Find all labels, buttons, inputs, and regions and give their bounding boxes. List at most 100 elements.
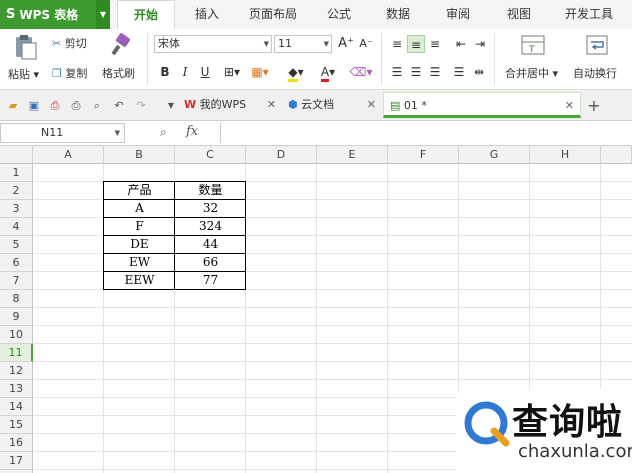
row-header[interactable]: 4 <box>0 218 33 236</box>
tab-formulas[interactable]: 公式 <box>314 0 364 29</box>
tab-home[interactable]: 开始 <box>117 0 175 29</box>
tab-my-wps[interactable]: W 我的WPS ✕ <box>184 92 282 118</box>
column-header[interactable]: B <box>104 146 175 164</box>
close-icon[interactable]: ✕ <box>565 93 574 119</box>
tab-insert[interactable]: 插入 <box>182 0 232 29</box>
row-header[interactable]: 15 <box>0 416 33 434</box>
table-header-cell[interactable]: 产品 <box>104 182 175 200</box>
table-cell[interactable]: 32 <box>175 200 246 218</box>
row-header[interactable]: 17 <box>0 452 33 470</box>
merge-center-button[interactable]: 合并居中 ▾ <box>505 65 558 81</box>
clear-format-icon[interactable]: ⌫▾ <box>348 63 374 81</box>
merge-center-icon[interactable]: T <box>520 33 546 57</box>
row-header[interactable]: 1 <box>0 164 33 182</box>
align-top-icon[interactable]: ≡ <box>388 35 406 53</box>
new-tab-plus-icon[interactable]: + <box>587 98 601 114</box>
column-header[interactable]: C <box>175 146 246 164</box>
tab-developer[interactable]: 开发工具 <box>556 0 622 29</box>
row-header[interactable]: 11 <box>0 344 33 362</box>
align-left-icon[interactable]: ☰ <box>388 63 406 81</box>
table-cell[interactable]: EW <box>104 254 175 272</box>
row-header[interactable]: 3 <box>0 200 33 218</box>
save-icon[interactable]: ▣ <box>27 99 41 113</box>
paste-icon[interactable] <box>10 33 40 61</box>
align-center-icon[interactable]: ☰ <box>407 63 425 81</box>
row-header[interactable]: 5 <box>0 236 33 254</box>
distributed-icon[interactable]: ⇹ <box>470 63 488 81</box>
align-bottom-icon[interactable]: ≡ <box>426 35 444 53</box>
tab-page-layout[interactable]: 页面布局 <box>240 0 306 29</box>
align-middle-icon[interactable]: ≡ <box>407 35 425 53</box>
justify-icon[interactable]: ☰ <box>450 63 468 81</box>
bold-button[interactable]: B <box>156 63 174 81</box>
column-header[interactable]: G <box>459 146 530 164</box>
column-header[interactable]: H <box>530 146 601 164</box>
print-icon[interactable]: ⎙ <box>69 99 83 113</box>
row-header[interactable]: 12 <box>0 362 33 380</box>
column-header[interactable]: A <box>33 146 104 164</box>
tab-cloud-docs[interactable]: ⬢ 云文档 ✕ <box>288 92 382 118</box>
align-right-icon[interactable]: ☰ <box>426 63 444 81</box>
wrap-text-button[interactable]: 自动换行 <box>573 65 617 81</box>
copy-button[interactable]: ❐ 复制 <box>52 65 87 81</box>
row-header[interactable]: 6 <box>0 254 33 272</box>
column-header[interactable]: D <box>246 146 317 164</box>
column-header[interactable]: E <box>317 146 388 164</box>
indent-decrease-icon[interactable]: ⇤ <box>452 35 470 53</box>
table-cell[interactable]: DE <box>104 236 175 254</box>
format-painter-icon[interactable] <box>108 33 134 57</box>
table-cell[interactable]: 44 <box>175 236 246 254</box>
redo-icon[interactable]: ↷ <box>134 99 148 113</box>
row-header[interactable]: 16 <box>0 434 33 452</box>
row-header[interactable]: 14 <box>0 398 33 416</box>
tab-document-01[interactable]: ▤ 01 * ✕ <box>383 92 581 118</box>
italic-button[interactable]: I <box>176 63 194 81</box>
table-header-cell[interactable]: 数量 <box>175 182 246 200</box>
fill-pattern-icon[interactable]: ▦▾ <box>248 63 272 81</box>
font-name-select[interactable]: 宋体 ▼ <box>154 35 272 53</box>
increase-font-icon[interactable]: A⁺ <box>337 35 355 53</box>
row-header[interactable]: 2 <box>0 182 33 200</box>
tab-review[interactable]: 审阅 <box>433 0 483 29</box>
border-icon[interactable]: ⊞▾ <box>220 63 244 81</box>
column-header[interactable] <box>601 146 632 164</box>
row-header[interactable]: 13 <box>0 380 33 398</box>
zoom-search-icon[interactable]: ⌕ <box>160 125 167 140</box>
column-header[interactable]: F <box>388 146 459 164</box>
print-preview-icon[interactable]: ⌕ <box>90 99 104 113</box>
table-cell[interactable]: 324 <box>175 218 246 236</box>
font-color-icon[interactable]: A▾ <box>314 63 342 82</box>
format-painter-button[interactable]: 格式刷 <box>102 65 135 81</box>
table-cell[interactable]: EEW <box>104 272 175 290</box>
formula-input[interactable] <box>220 123 632 143</box>
table-cell[interactable]: 77 <box>175 272 246 290</box>
cut-button[interactable]: ✂ 剪切 <box>52 35 87 51</box>
open-folder-icon[interactable]: ▰ <box>6 99 20 113</box>
indent-increase-icon[interactable]: ⇥ <box>471 35 489 53</box>
row-header[interactable]: 8 <box>0 290 33 308</box>
table-cell[interactable]: 66 <box>175 254 246 272</box>
export-pdf-icon[interactable]: ⎙ <box>48 99 62 113</box>
fill-color-icon[interactable]: ◆▾ <box>282 63 310 82</box>
underline-button[interactable]: U <box>196 63 214 81</box>
row-header[interactable]: 7 <box>0 272 33 290</box>
select-all-corner[interactable] <box>0 146 33 164</box>
font-size-select[interactable]: 11 ▼ <box>274 35 332 53</box>
tab-data[interactable]: 数据 <box>373 0 423 29</box>
paste-button[interactable]: 粘贴 ▾ <box>8 66 39 82</box>
app-menu-button[interactable]: S WPS 表格 <box>0 0 96 29</box>
table-cell[interactable]: A <box>104 200 175 218</box>
wrap-text-icon[interactable] <box>585 33 609 57</box>
table-cell[interactable]: F <box>104 218 175 236</box>
row-header[interactable]: 9 <box>0 308 33 326</box>
decrease-font-icon[interactable]: A⁻ <box>357 35 375 53</box>
close-icon[interactable]: ✕ <box>367 92 376 118</box>
function-icon[interactable]: fx <box>186 124 198 139</box>
undo-icon[interactable]: ↶ <box>112 99 126 113</box>
name-box[interactable]: N11 ▼ <box>0 123 125 143</box>
row-header[interactable]: 10 <box>0 326 33 344</box>
chevron-down-icon[interactable]: ▼ <box>164 99 178 113</box>
tab-view[interactable]: 视图 <box>494 0 544 29</box>
close-icon[interactable]: ✕ <box>267 92 276 118</box>
chevron-down-icon[interactable]: ▼ <box>96 0 110 29</box>
